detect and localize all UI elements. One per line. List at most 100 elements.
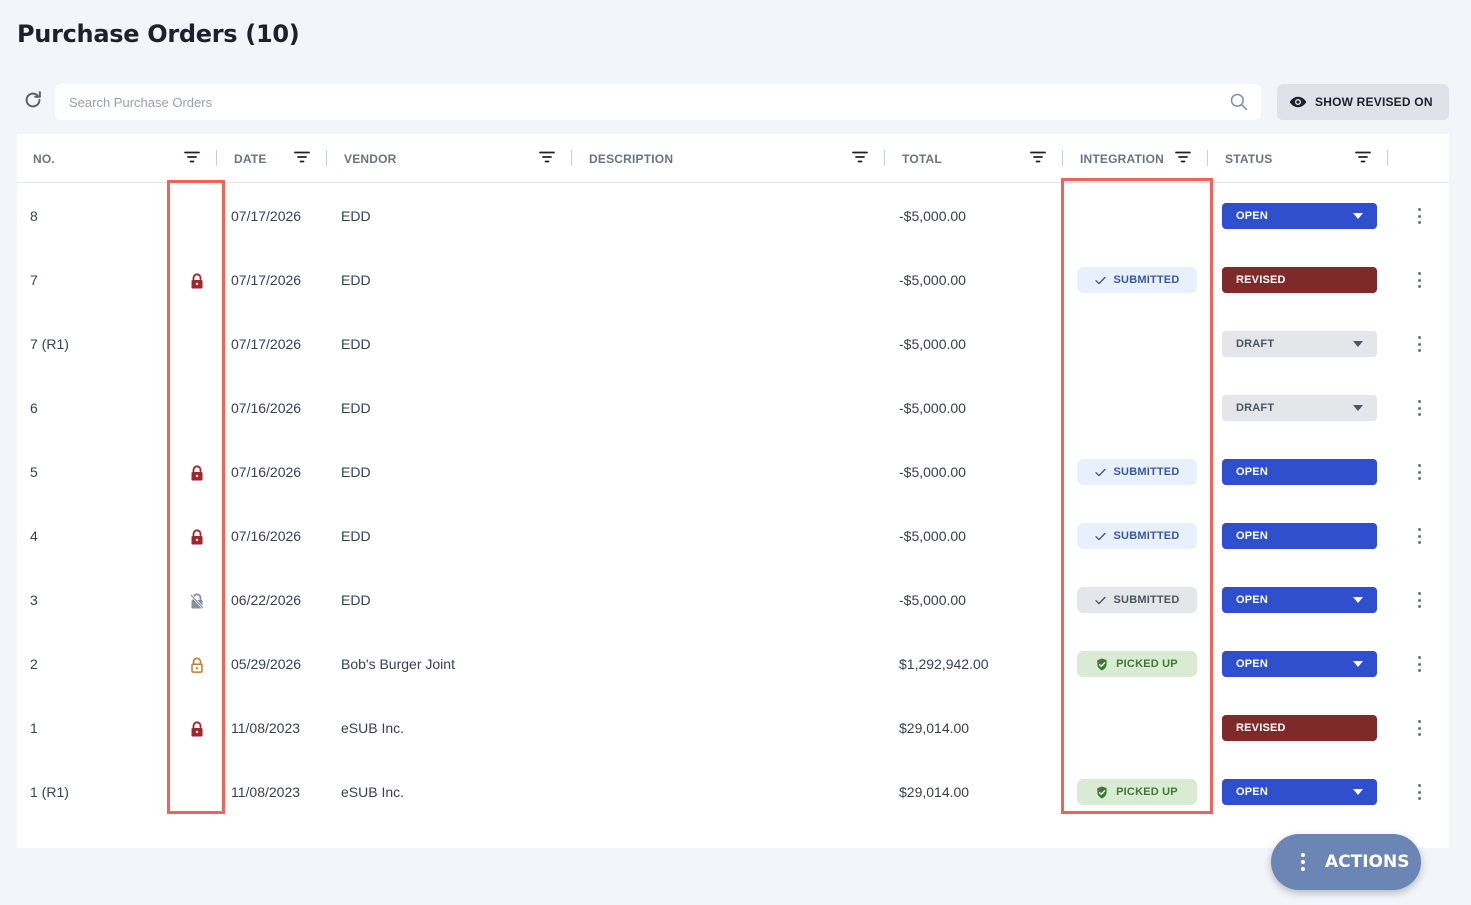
column-separator[interactable] [884, 150, 885, 166]
po-total: $29,014.00 [899, 720, 970, 736]
integration-badge: PICKED UP [1077, 651, 1197, 677]
po-date: 07/16/2026 [231, 528, 302, 544]
table-row[interactable]: 7 07/17/2026 EDD -$5,000.00 SUBMITTED REVISED [17, 248, 1449, 312]
status-dropdown[interactable]: OPEN [1222, 203, 1377, 229]
integration-label: PICKED UP [1116, 786, 1178, 798]
table-row[interactable]: 7 (R1) 07/17/2026 EDD -$5,000.00 DRAFT [17, 312, 1449, 376]
column-separator[interactable] [1207, 150, 1208, 166]
po-date: 06/22/2026 [231, 592, 302, 608]
po-vendor: EDD [341, 464, 371, 480]
row-menu-kebab-icon[interactable] [1409, 782, 1429, 802]
column-header-no[interactable]: NO. [33, 134, 55, 183]
status-dropdown[interactable]: OPEN [1222, 779, 1377, 805]
search-icon[interactable] [1229, 92, 1249, 112]
table-row[interactable]: 6 07/16/2026 EDD -$5,000.00 DRAFT [17, 376, 1449, 440]
po-vendor: Bob's Burger Joint [341, 656, 455, 672]
column-header-integration[interactable]: INTEGRATION [1080, 134, 1164, 183]
column-header-date[interactable]: DATE [234, 134, 267, 183]
po-vendor: EDD [341, 592, 371, 608]
row-menu-kebab-icon[interactable] [1409, 718, 1429, 738]
integration-label: SUBMITTED [1113, 530, 1180, 542]
column-separator[interactable] [1062, 150, 1063, 166]
status-badge: REVISED [1222, 715, 1377, 741]
table-row[interactable]: 8 07/17/2026 EDD -$5,000.00 OPEN [17, 184, 1449, 248]
filter-icon[interactable] [1355, 150, 1371, 164]
status-label: OPEN [1236, 594, 1268, 606]
integration-badge: SUBMITTED [1077, 267, 1197, 293]
check-icon [1094, 468, 1106, 476]
search-input[interactable] [55, 84, 1205, 120]
column-separator[interactable] [1387, 150, 1388, 166]
actions-button[interactable]: ACTIONS [1271, 834, 1421, 890]
po-number: 1 (R1) [30, 784, 69, 800]
shield-check-icon [1097, 785, 1107, 798]
filter-icon[interactable] [852, 150, 868, 164]
kebab-menu-icon [1301, 853, 1305, 871]
po-number: 3 [30, 592, 38, 608]
po-vendor: EDD [341, 272, 371, 288]
status-dropdown[interactable]: DRAFT [1222, 331, 1377, 357]
status-label: OPEN [1236, 466, 1268, 478]
filter-icon[interactable] [1175, 150, 1191, 164]
po-number: 1 [30, 720, 38, 736]
row-menu-kebab-icon[interactable] [1409, 526, 1429, 546]
filter-icon[interactable] [539, 150, 555, 164]
lock-icon [190, 721, 204, 737]
show-revised-label: SHOW REVISED ON [1315, 95, 1433, 109]
po-vendor: EDD [341, 336, 371, 352]
filter-icon[interactable] [184, 150, 200, 164]
status-label: REVISED [1236, 722, 1286, 734]
po-vendor: eSUB Inc. [341, 784, 405, 800]
status-dropdown[interactable]: DRAFT [1222, 395, 1377, 421]
actions-label: ACTIONS [1325, 852, 1410, 872]
column-header-status[interactable]: STATUS [1225, 134, 1272, 183]
po-total: -$5,000.00 [899, 592, 966, 608]
po-total: -$5,000.00 [899, 528, 966, 544]
show-revised-button[interactable]: SHOW REVISED ON [1277, 84, 1449, 120]
table-row[interactable]: 5 07/16/2026 EDD -$5,000.00 SUBMITTED OPEN [17, 440, 1449, 504]
po-number: 6 [30, 400, 38, 416]
filter-icon[interactable] [294, 150, 310, 164]
po-date: 11/08/2023 [231, 720, 301, 736]
table-row[interactable]: 1 11/08/2023 eSUB Inc. $29,014.00 REVISED [17, 696, 1449, 760]
lock-icon [190, 593, 204, 609]
row-menu-kebab-icon[interactable] [1409, 590, 1429, 610]
table-row[interactable]: 4 07/16/2026 EDD -$5,000.00 SUBMITTED OPEN [17, 504, 1449, 568]
column-separator[interactable] [571, 150, 572, 166]
row-menu-kebab-icon[interactable] [1409, 206, 1429, 226]
status-badge: OPEN [1222, 459, 1377, 485]
column-header-vendor[interactable]: VENDOR [344, 134, 397, 183]
column-header-description[interactable]: DESCRIPTION [589, 134, 673, 183]
po-vendor: EDD [341, 208, 371, 224]
integration-badge: SUBMITTED [1077, 459, 1197, 485]
eye-icon [1289, 96, 1307, 108]
column-header-total[interactable]: TOTAL [902, 134, 942, 183]
table-row[interactable]: 3 06/22/2026 EDD -$5,000.00 SUBMITTED OPEN [17, 568, 1449, 632]
po-number: 7 [30, 272, 38, 288]
table-header: NO. DATE VENDOR DESCRIPTION TOTAL INTEGR… [17, 134, 1449, 183]
row-menu-kebab-icon[interactable] [1409, 462, 1429, 482]
shield-check-icon [1097, 657, 1107, 670]
table-row[interactable]: 2 05/29/2026 Bob's Burger Joint $1,292,942.… [17, 632, 1449, 696]
row-menu-kebab-icon[interactable] [1409, 334, 1429, 354]
check-icon [1094, 276, 1106, 284]
status-label: OPEN [1236, 658, 1268, 670]
row-menu-kebab-icon[interactable] [1409, 654, 1429, 674]
status-dropdown[interactable]: OPEN [1222, 651, 1377, 677]
po-total: -$5,000.00 [899, 464, 966, 480]
integration-badge: SUBMITTED [1077, 523, 1197, 549]
refresh-icon[interactable] [22, 89, 44, 111]
status-label: OPEN [1236, 530, 1268, 542]
status-dropdown[interactable]: OPEN [1222, 587, 1377, 613]
po-date: 07/17/2026 [231, 208, 302, 224]
chevron-down-icon [1353, 213, 1363, 219]
row-menu-kebab-icon[interactable] [1409, 270, 1429, 290]
column-separator[interactable] [326, 150, 327, 166]
page-title: Purchase Orders (10) [17, 20, 300, 48]
po-date: 07/17/2026 [231, 336, 302, 352]
filter-icon[interactable] [1030, 150, 1046, 164]
table-row[interactable]: 1 (R1) 11/08/2023 eSUB Inc. $29,014.00 PICKE… [17, 760, 1449, 824]
row-menu-kebab-icon[interactable] [1409, 398, 1429, 418]
column-separator[interactable] [216, 150, 217, 166]
lock-icon [190, 657, 204, 673]
